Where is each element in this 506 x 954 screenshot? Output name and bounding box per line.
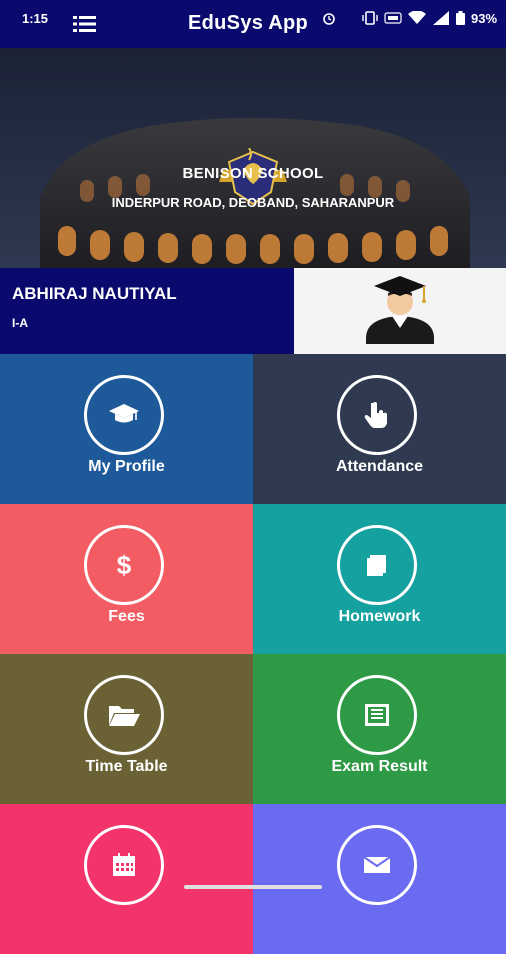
calendar-tile[interactable] [0,804,253,954]
attendance-tile[interactable]: Attendance [253,354,506,504]
tile-label: Time Table [85,758,168,775]
homework-tile[interactable]: Homework [253,504,506,654]
tile-label: My Profile [88,458,165,475]
book-icon [367,555,386,576]
student-name: ABHIRAJ NAUTIYAL [12,284,177,303]
dollar-icon: $ [117,550,132,580]
vibrate-icon [362,11,378,25]
calendar-icon [113,853,135,876]
tile-icon-circle [337,375,417,455]
school-name: BENISON SCHOOL [182,165,324,182]
school-address: INDERPUR ROAD, DEOBAND, SAHARANPUR [111,195,395,210]
app-bar: 1:15 EduSys App 93% [0,0,506,48]
student-avatar[interactable] [294,268,506,354]
svg-text:$: $ [117,550,132,580]
tile-icon-circle [337,525,417,605]
status-time: 1:15 [22,11,49,26]
gesture-nav-handle[interactable] [184,885,322,889]
hand-pointer-icon [364,402,387,428]
signal-icon [433,11,449,25]
tile-icon-circle [337,825,417,905]
graduate-avatar-icon [366,276,434,344]
messages-tile[interactable] [253,804,506,954]
menu-icon[interactable] [72,13,98,35]
app-title: EduSys App [188,12,309,34]
volte-icon [384,12,402,24]
student-class: I-A [12,316,28,330]
alarm-icon [323,13,335,25]
school-banner: BENISON SCHOOL INDERPUR ROAD, DEOBAND, S… [0,48,506,268]
tile-icon-circle [84,375,164,455]
battery-icon [456,11,465,25]
tile-icon-circle [84,675,164,755]
my-profile-tile[interactable]: My Profile [0,354,253,504]
tile-label: Exam Result [331,758,428,775]
tile-label: Fees [108,608,145,625]
time-table-tile[interactable]: Time Table [0,654,253,804]
wifi-icon [408,11,426,24]
tile-label: Attendance [335,458,424,475]
status-icons: 93% [322,8,497,28]
battery-percent: 93% [471,10,498,26]
list-document-icon [365,704,389,726]
tile-icon-circle [84,825,164,905]
graduation-cap-icon [109,404,139,423]
tile-icon-circle [337,675,417,755]
fees-tile[interactable]: $ Fees [0,504,253,654]
student-info: ABHIRAJ NAUTIYAL I-A [0,268,294,354]
exam-result-tile[interactable]: Exam Result [253,654,506,804]
tile-icon-circle: $ [84,525,164,605]
menu-grid: My Profile Attendance $ Fees Homework Ti… [0,354,506,954]
envelope-icon [363,856,391,873]
tile-label: Homework [338,608,421,625]
folder-open-icon [109,706,140,726]
